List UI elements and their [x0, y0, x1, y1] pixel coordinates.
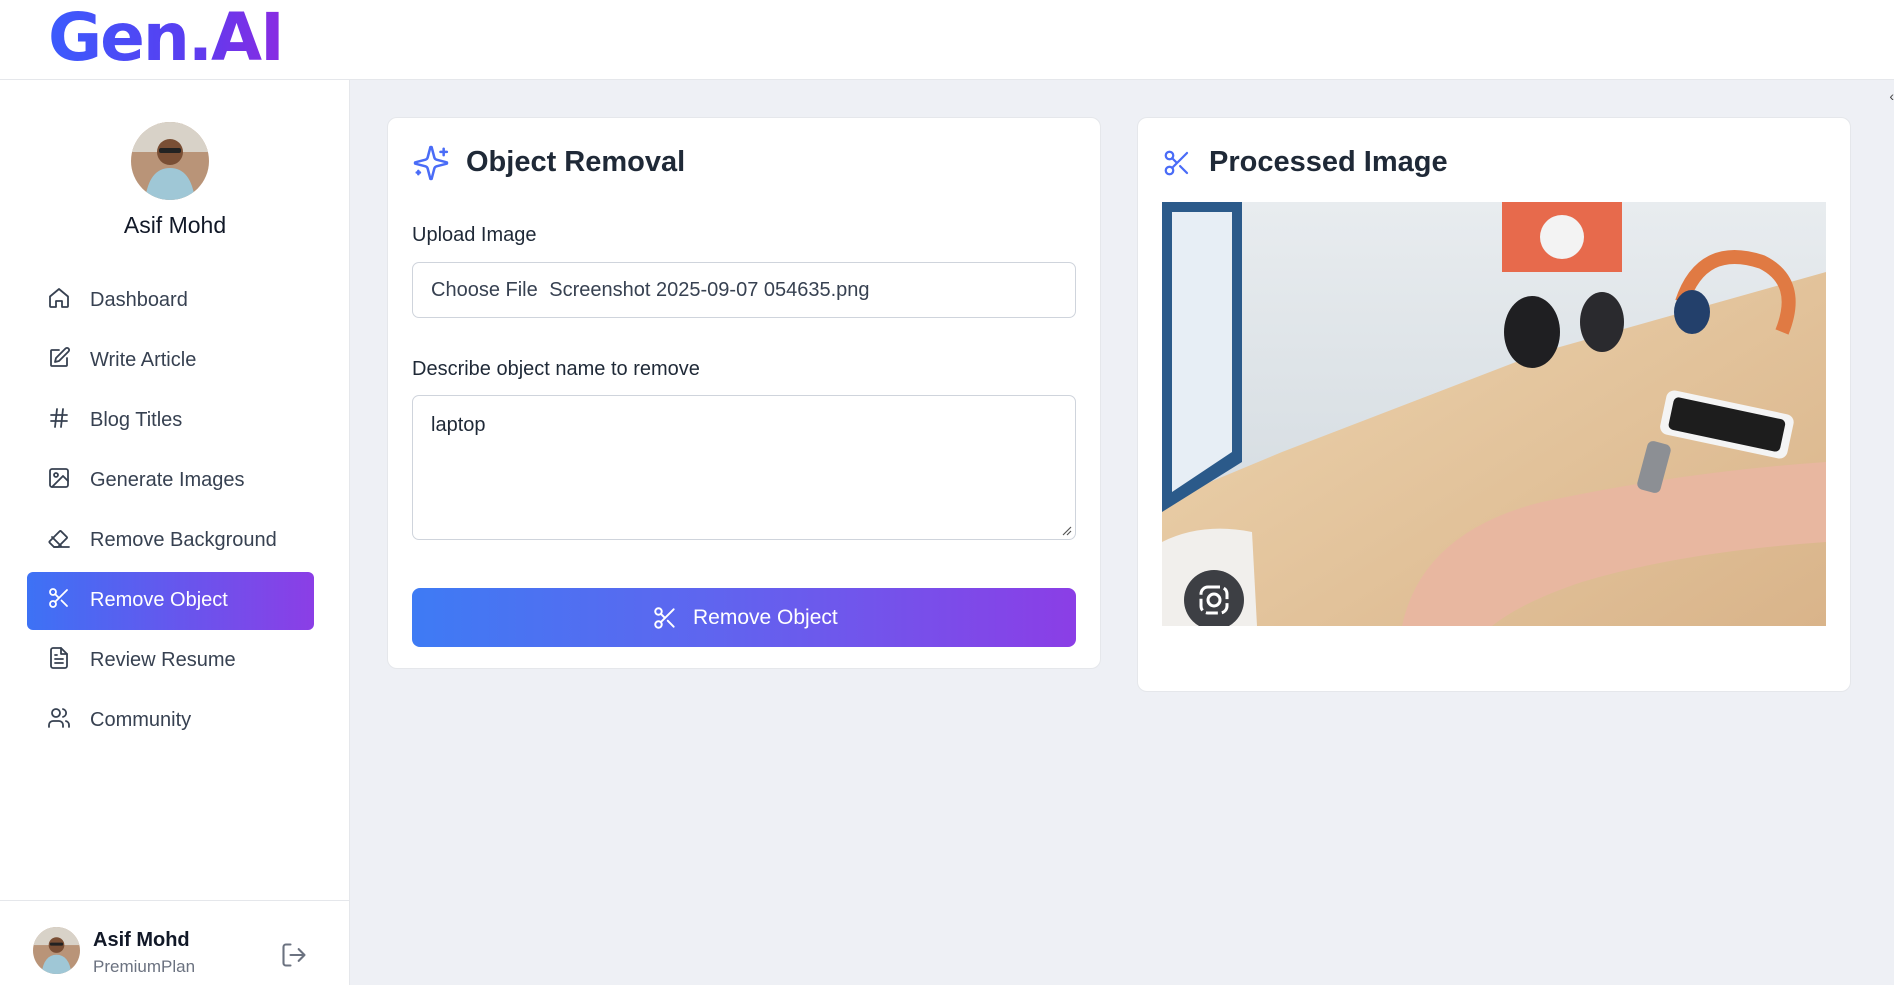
sidebar-item-community[interactable]: Community: [27, 692, 314, 750]
selected-file-name: Screenshot 2025-09-07 054635.png: [549, 279, 870, 301]
sidebar-item-label: Review Resume: [90, 649, 236, 671]
camera-lens-icon: [1199, 585, 1229, 615]
textarea-value: laptop: [431, 414, 486, 436]
sidebar: Asif Mohd Dashboard Write Article Blog T…: [0, 80, 350, 985]
logout-icon[interactable]: [280, 941, 308, 969]
describe-label: Describe object name to remove: [412, 358, 700, 380]
sidebar-footer: Asif Mohd PremiumPlan: [0, 900, 349, 985]
remove-object-button[interactable]: Remove Object: [412, 588, 1076, 647]
sidebar-item-label: Community: [90, 709, 192, 731]
result-title: Processed Image: [1209, 146, 1448, 178]
footer-avatar[interactable]: [33, 927, 80, 974]
sidebar-item-generate-images[interactable]: Generate Images: [27, 452, 314, 510]
sidebar-item-write-article[interactable]: Write Article: [27, 332, 314, 390]
edit-icon: [50, 347, 70, 367]
sidebar-item-blog-titles[interactable]: Blog Titles: [27, 392, 314, 450]
sidebar-item-label: Write Article: [90, 349, 197, 371]
sidebar-item-review-resume[interactable]: Review Resume: [27, 632, 314, 690]
sidebar-item-dashboard[interactable]: Dashboard: [27, 272, 314, 330]
users-icon: [48, 708, 70, 728]
footer-user-plan: PremiumPlan: [93, 957, 196, 976]
image-icon: [49, 468, 69, 488]
scroll-indicator-icon: ‹: [1889, 88, 1894, 104]
footer-user-name: Asif Mohd: [93, 929, 190, 951]
file-upload-input[interactable]: Choose File Screenshot 2025-09-07 054635…: [412, 262, 1076, 318]
sidebar-item-label: Generate Images: [90, 469, 245, 491]
processed-image-card: Processed Image: [1137, 117, 1851, 692]
home-icon: [49, 288, 69, 308]
sidebar-nav: Dashboard Write Article Blog Titles Gene…: [27, 272, 314, 752]
processed-image: [1162, 202, 1826, 626]
sidebar-item-label: Remove Object: [90, 589, 228, 611]
object-description-textarea[interactable]: laptop: [412, 395, 1076, 540]
upload-label: Upload Image: [412, 224, 537, 246]
sparkles-icon: [413, 145, 449, 181]
sidebar-item-remove-object[interactable]: Remove Object: [27, 572, 314, 630]
scissors-icon: [654, 607, 675, 629]
sidebar-item-label: Dashboard: [90, 289, 188, 311]
app-logo[interactable]: Gen.AI: [48, 2, 285, 74]
object-removal-card: Object Removal Upload Image Choose File …: [387, 117, 1101, 669]
form-title: Object Removal: [466, 146, 686, 178]
scissors-icon: [49, 588, 68, 608]
hash-icon: [50, 408, 68, 428]
choose-file-button[interactable]: Choose File: [431, 279, 538, 301]
scissors-icon: [1164, 150, 1189, 176]
profile-avatar[interactable]: [131, 122, 209, 200]
file-text-icon: [50, 647, 68, 669]
eraser-icon: [48, 530, 70, 548]
remove-object-button-label: Remove Object: [693, 606, 838, 629]
lens-button[interactable]: [1184, 570, 1244, 626]
profile-name: Asif Mohd: [123, 212, 227, 238]
top-bar: Gen.AI: [0, 0, 1894, 80]
sidebar-item-remove-background[interactable]: Remove Background: [27, 512, 314, 570]
sidebar-item-label: Blog Titles: [90, 409, 183, 431]
resize-grip-icon[interactable]: [1062, 526, 1072, 536]
sidebar-item-label: Remove Background: [90, 529, 277, 551]
